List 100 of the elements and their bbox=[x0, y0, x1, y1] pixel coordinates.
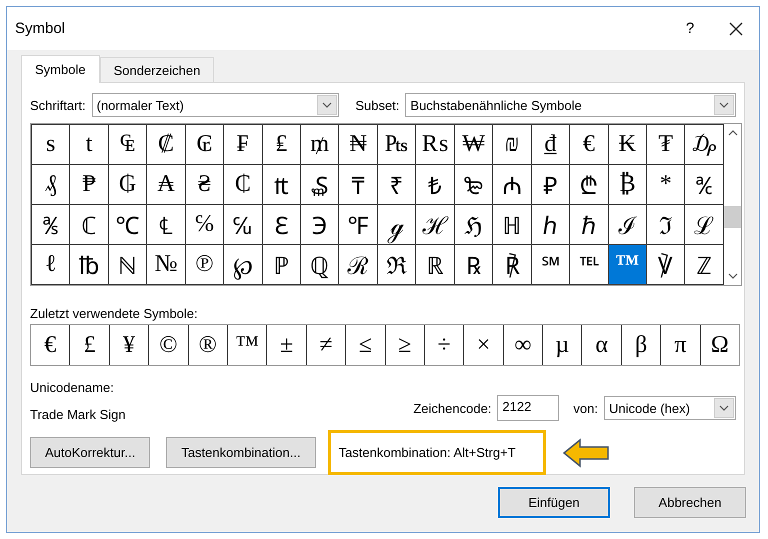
scroll-down-icon[interactable] bbox=[728, 273, 738, 279]
symbol-cell[interactable]: ₾ bbox=[570, 164, 608, 204]
symbol-cell[interactable]: © bbox=[149, 325, 189, 365]
symbol-cell[interactable]: ₣ bbox=[224, 124, 262, 164]
symbol-cell[interactable]: ℜ bbox=[377, 244, 416, 284]
tab[interactable]: Sonderzeichen bbox=[100, 57, 214, 82]
symbol-cell[interactable]: ℞ bbox=[454, 244, 493, 284]
symbol-cell[interactable]: ÷ bbox=[424, 325, 464, 365]
symbol-cell[interactable]: ℃ bbox=[108, 204, 147, 244]
symbol-cell[interactable]: ₩ bbox=[454, 124, 493, 164]
symbol-cell[interactable]: ≤ bbox=[346, 325, 386, 365]
symbol-cell[interactable]: ℏ bbox=[570, 204, 608, 244]
symbol-cell[interactable]: π bbox=[661, 325, 701, 365]
action-button[interactable]: AutoKorrektur... bbox=[30, 437, 150, 468]
symbol-cell[interactable]: ℘ bbox=[224, 244, 262, 284]
symbol-cell[interactable]: × bbox=[464, 325, 504, 365]
symbol-cell[interactable]: ₰ bbox=[32, 164, 70, 204]
symbol-cell[interactable]: £ bbox=[70, 325, 110, 365]
symbol-cell[interactable]: ₠ bbox=[108, 124, 147, 164]
symbol-cell[interactable]: ₻ bbox=[454, 164, 493, 204]
symbol-cell[interactable]: ℚ bbox=[300, 244, 339, 284]
symbol-cell[interactable]: ℋ bbox=[416, 204, 454, 244]
symbol-cell[interactable]: ™ bbox=[228, 325, 268, 365]
dropdown[interactable]: (normaler Text) bbox=[92, 93, 340, 117]
symbol-cell[interactable]: ℔ bbox=[70, 244, 108, 284]
symbol-cell[interactable]: ℛ bbox=[338, 244, 378, 284]
symbol-cell[interactable]: ₸ bbox=[338, 164, 378, 204]
symbol-cell[interactable]: ₿ bbox=[608, 164, 646, 204]
symbol-cell[interactable]: ₥ bbox=[300, 124, 339, 164]
dialog-button[interactable]: Abbrechen bbox=[634, 487, 746, 518]
symbol-cell[interactable]: ₺ bbox=[416, 164, 454, 204]
dropdown[interactable]: Buchstabenähnliche Symbole bbox=[405, 93, 736, 117]
symbol-cell[interactable]: ℌ bbox=[454, 204, 493, 244]
symbol-cell[interactable]: µ bbox=[543, 325, 582, 365]
symbol-cell[interactable]: ℀ bbox=[684, 164, 724, 204]
symbol-cell[interactable]: ₳ bbox=[146, 164, 186, 204]
dropdown[interactable]: Unicode (hex) bbox=[604, 396, 736, 420]
symbol-cell[interactable]: ℡ bbox=[570, 244, 608, 284]
symbol-cell[interactable]: ₯ bbox=[684, 124, 724, 164]
tab[interactable]: Symbole bbox=[21, 55, 100, 83]
symbol-cell[interactable]: ₡ bbox=[146, 124, 186, 164]
symbol-cell[interactable]: ℍ bbox=[492, 204, 532, 244]
symbol-cell[interactable]: € bbox=[570, 124, 608, 164]
symbol-cell[interactable]: ℈ bbox=[300, 204, 339, 244]
symbol-cell[interactable]: ℑ bbox=[646, 204, 685, 244]
symbol-cell[interactable]: ₽ bbox=[531, 164, 570, 204]
symbol-cell[interactable]: ℣ bbox=[646, 244, 685, 284]
action-button[interactable]: Tastenkombination... bbox=[166, 437, 316, 468]
symbol-cell[interactable]: ₲ bbox=[108, 164, 147, 204]
symbol-cell[interactable]: ℤ bbox=[684, 244, 724, 284]
symbol-cell[interactable]: s bbox=[32, 124, 70, 164]
symbol-cell[interactable]: ₼ bbox=[492, 164, 532, 204]
symbol-cell[interactable]: ℎ bbox=[531, 204, 570, 244]
symbol-cell[interactable]: № bbox=[146, 244, 186, 284]
symbol-cell[interactable]: ℓ bbox=[32, 244, 70, 284]
symbol-cell[interactable]: ™ bbox=[608, 244, 646, 284]
symbol-cell[interactable]: ℗ bbox=[185, 244, 224, 284]
symbol-cell[interactable]: ℉ bbox=[338, 204, 378, 244]
symbol-cell[interactable]: ₢ bbox=[185, 124, 224, 164]
symbol-cell[interactable]: ₦ bbox=[338, 124, 378, 164]
symbol-cell[interactable]: ® bbox=[188, 325, 228, 365]
symbol-cell[interactable]: ℂ bbox=[70, 204, 108, 244]
symbol-cell[interactable]: t bbox=[70, 124, 108, 164]
scrollbar-thumb[interactable] bbox=[724, 206, 741, 228]
symbol-cell[interactable]: ℁ bbox=[32, 204, 70, 244]
symbol-cell[interactable]: ₷ bbox=[300, 164, 339, 204]
symbol-cell[interactable]: ± bbox=[267, 325, 307, 365]
scroll-up-icon[interactable] bbox=[728, 130, 738, 136]
symbol-cell[interactable]: ₹ bbox=[377, 164, 416, 204]
symbol-cell[interactable]: ₧ bbox=[377, 124, 416, 164]
symbol-cell[interactable]: ℕ bbox=[108, 244, 147, 284]
symbol-cell[interactable]: ℠ bbox=[531, 244, 570, 284]
symbol-cell[interactable]: Ω bbox=[700, 325, 740, 365]
symbol-cell[interactable]: ₨ bbox=[416, 124, 454, 164]
symbol-cell[interactable]: ℅ bbox=[185, 204, 224, 244]
symbol-cell[interactable]: ℙ bbox=[262, 244, 301, 284]
symbol-cell[interactable]: ≥ bbox=[386, 325, 425, 365]
symbol-cell[interactable]: ₤ bbox=[262, 124, 301, 164]
symbol-cell[interactable]: ₴ bbox=[185, 164, 224, 204]
symbol-cell[interactable]: α bbox=[582, 325, 622, 365]
symbol-cell[interactable]: ℆ bbox=[224, 204, 262, 244]
symbol-cell[interactable]: ₱ bbox=[70, 164, 108, 204]
symbol-cell[interactable]: ₵ bbox=[224, 164, 262, 204]
symbol-cell[interactable]: ℟ bbox=[492, 244, 532, 284]
symbol-cell[interactable]: ₮ bbox=[646, 124, 685, 164]
symbol-cell[interactable]: ∞ bbox=[504, 325, 544, 365]
symbol-cell[interactable]: € bbox=[31, 325, 70, 365]
symbol-cell[interactable]: ℇ bbox=[262, 204, 301, 244]
symbol-cell[interactable]: β bbox=[622, 325, 662, 365]
symbol-cell[interactable]: ₭ bbox=[608, 124, 646, 164]
symbol-cell[interactable]: ₶ bbox=[262, 164, 301, 204]
input-field[interactable]: 2122 bbox=[497, 395, 560, 421]
symbol-cell[interactable]: ¥ bbox=[110, 325, 150, 365]
dialog-button[interactable]: Einfügen bbox=[498, 487, 610, 518]
symbol-cell[interactable]: ℊ bbox=[377, 204, 416, 244]
symbol-cell[interactable]: ₪ bbox=[492, 124, 532, 164]
help-button[interactable]: ? bbox=[667, 20, 713, 37]
symbol-cell[interactable]: ℝ bbox=[416, 244, 454, 284]
symbol-cell[interactable]: ≠ bbox=[306, 325, 346, 365]
symbol-cell[interactable]: ₫ bbox=[531, 124, 570, 164]
